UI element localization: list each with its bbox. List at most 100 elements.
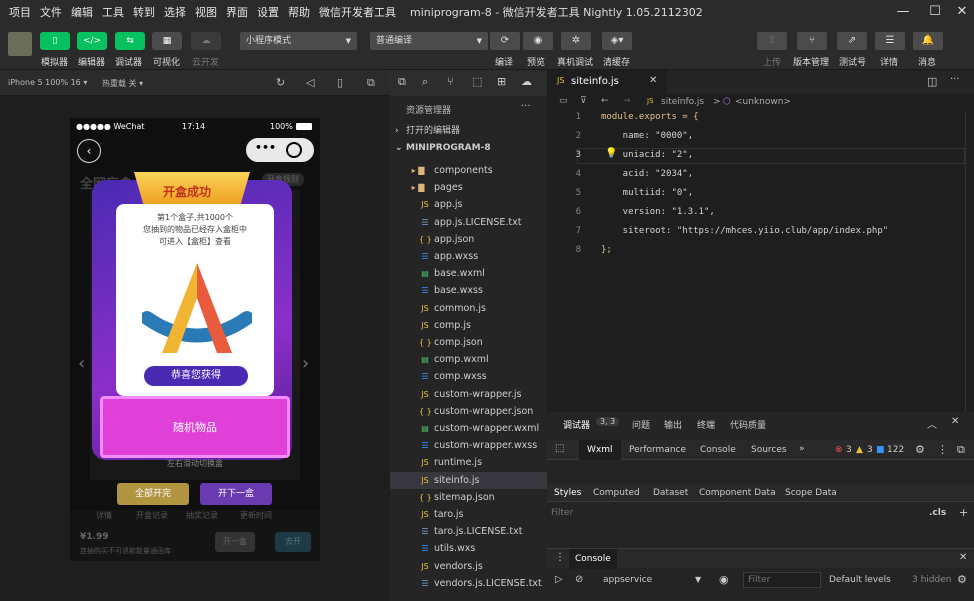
menu-wechat-devtools[interactable]: 微信开发者工具 <box>319 4 396 20</box>
editor-button[interactable]: </> <box>77 32 107 50</box>
phone-icon[interactable]: ▯ <box>337 76 343 89</box>
bg-tab[interactable]: 抽奖记录 <box>186 510 218 521</box>
more-tabs-icon[interactable]: » <box>799 444 805 454</box>
chevron-up-icon[interactable]: ︿ <box>927 416 937 431</box>
menu-interface[interactable]: 界面 <box>226 4 248 20</box>
compile-button[interactable]: ⟳ <box>490 32 520 50</box>
more-icon[interactable]: ••• <box>255 141 276 154</box>
split-editor-icon[interactable]: ◫ <box>927 75 937 88</box>
file-item[interactable]: ☰ base.wxss <box>390 282 547 299</box>
open-editors-header[interactable]: › 打开的编辑器 <box>390 123 547 140</box>
file-item[interactable]: ☰ custom-wrapper.wxss <box>390 437 547 454</box>
file-item[interactable]: JS comp.js <box>390 317 547 334</box>
hot-reload-toggle[interactable]: 热重载 关 ▾ <box>102 78 143 89</box>
add-icon[interactable]: + <box>959 506 968 519</box>
preview-button[interactable]: ◉ <box>523 32 553 50</box>
debug-icon[interactable]: ⬚ <box>472 75 482 88</box>
dock-icon[interactable]: ⧉ <box>957 443 965 457</box>
tab-scope-data[interactable]: Scope Data <box>785 488 837 498</box>
file-item[interactable]: ☰ utils.wxs <box>390 540 547 557</box>
popout-icon[interactable]: ⧉ <box>367 76 375 90</box>
cls-button[interactable]: .cls <box>929 508 946 518</box>
console-filter-input[interactable] <box>743 572 821 588</box>
tab-output[interactable]: 输出 <box>664 418 682 431</box>
menu-goto[interactable]: 转到 <box>133 4 155 20</box>
tab-problems[interactable]: 问题 <box>632 418 650 431</box>
chevron-right-icon[interactable]: › <box>302 353 309 374</box>
file-item[interactable]: { } sitemap.json <box>390 489 547 506</box>
menu-file[interactable]: 文件 <box>40 4 62 20</box>
capsule-button[interactable]: ••• <box>246 138 314 162</box>
file-item[interactable]: JS common.js <box>390 300 547 317</box>
gear-icon[interactable]: ⚙ <box>915 443 925 456</box>
error-count[interactable]: 3 <box>846 445 852 455</box>
simulator-button[interactable]: ▯ <box>40 32 70 50</box>
close-panel-icon[interactable]: ✕ <box>951 416 959 427</box>
bg-open-one-button[interactable]: 开一盒 <box>215 532 255 552</box>
clear-console-icon[interactable]: ⊘ <box>575 574 583 585</box>
chevron-left-icon[interactable]: ‹ <box>78 353 85 374</box>
file-item[interactable]: ☰ app.wxss <box>390 248 547 265</box>
file-item[interactable]: ☰ vendors.js.LICENSE.txt <box>390 575 547 592</box>
audio-icon[interactable]: ◁ <box>306 76 314 89</box>
sidebar-toggle-icon[interactable]: ▷ <box>555 574 563 585</box>
file-item[interactable]: { } app.json <box>390 231 547 248</box>
bookmark-icon[interactable]: ▭ <box>559 96 568 106</box>
clear-cache-button[interactable]: ◈▾ <box>602 32 632 50</box>
menu-edit[interactable]: 编辑 <box>71 4 93 20</box>
log-levels-select[interactable]: Default levels <box>829 575 891 585</box>
tab-dataset[interactable]: Dataset <box>653 488 688 498</box>
cloud-icon[interactable]: ☁ <box>521 75 532 88</box>
tab-sources[interactable]: Sources <box>751 445 787 455</box>
close-tab-icon[interactable]: ✕ <box>649 75 657 86</box>
file-item[interactable]: ☰ comp.wxss <box>390 368 547 385</box>
file-item[interactable]: { } comp.json <box>390 334 547 351</box>
search-icon[interactable]: ⌕ <box>422 75 428 89</box>
menu-help[interactable]: 帮助 <box>288 4 310 20</box>
menu-tools[interactable]: 工具 <box>102 4 124 20</box>
project-header[interactable]: ⌄ MINIPROGRAM-8 <box>390 140 547 157</box>
tab-code-quality[interactable]: 代码质量 <box>730 418 766 431</box>
file-item[interactable]: JS siteinfo.js <box>390 471 547 489</box>
maximize-icon[interactable]: ☐ <box>925 2 945 22</box>
tab-wxml[interactable]: Wxml <box>587 445 613 455</box>
file-item[interactable]: JS runtime.js <box>390 454 547 471</box>
minimize-icon[interactable]: — <box>893 2 913 22</box>
more-icon[interactable]: ··· <box>950 74 960 85</box>
file-item[interactable]: { } custom-wrapper.json <box>390 403 547 420</box>
context-select[interactable]: appservice <box>603 575 652 585</box>
menu-select[interactable]: 选择 <box>164 4 186 20</box>
bookmark-icon[interactable]: ⊽ <box>580 96 587 106</box>
editor-tab[interactable]: JS siteinfo.js ✕ <box>547 70 667 94</box>
file-item[interactable]: JS vendors.js <box>390 558 547 575</box>
bg-go-button[interactable]: 去开 <box>275 532 311 552</box>
file-item[interactable]: ☰ app.js.LICENSE.txt <box>390 214 547 231</box>
file-item[interactable]: ▤ custom-wrapper.wxml <box>390 420 547 437</box>
refresh-icon[interactable]: ↻ <box>276 76 285 89</box>
warning-count[interactable]: 3 <box>867 445 873 455</box>
close-mini-icon[interactable] <box>286 142 302 158</box>
tab-performance[interactable]: Performance <box>629 445 686 455</box>
tab-console[interactable]: Console <box>700 445 736 455</box>
remote-debug-button[interactable]: ✲ <box>561 32 591 50</box>
menu-project[interactable]: 项目 <box>9 4 31 20</box>
extensions-icon[interactable]: ⊞ <box>497 75 506 88</box>
tab-debugger[interactable]: 调试器 <box>563 418 590 431</box>
chevron-down-icon[interactable]: ▼ <box>695 575 701 584</box>
file-item[interactable]: JS custom-wrapper.js <box>390 386 547 403</box>
breadcrumb-symbol[interactable]: <unknown> <box>735 97 791 107</box>
next-box-button[interactable]: 开下一盒 <box>200 483 272 505</box>
tab-computed[interactable]: Computed <box>593 488 640 498</box>
eye-icon[interactable]: ◉ <box>719 573 729 586</box>
drawer-menu-icon[interactable]: ⋮ <box>555 552 565 563</box>
files-icon[interactable]: ⧉ <box>398 75 406 89</box>
file-item[interactable]: JS app.js <box>390 196 547 213</box>
device-select[interactable]: iPhone 5 100% 16 ▾ <box>8 78 87 87</box>
bg-tab[interactable]: 更新时间 <box>240 510 272 521</box>
close-drawer-icon[interactable]: ✕ <box>959 552 967 563</box>
close-icon[interactable]: ✕ <box>952 2 972 22</box>
inspect-icon[interactable]: ⬚ <box>555 443 564 454</box>
compile-select[interactable]: 普通编译 ▼ <box>370 32 488 50</box>
git-icon[interactable]: ⑂ <box>447 75 454 88</box>
tab-console-drawer[interactable]: Console <box>575 554 611 564</box>
